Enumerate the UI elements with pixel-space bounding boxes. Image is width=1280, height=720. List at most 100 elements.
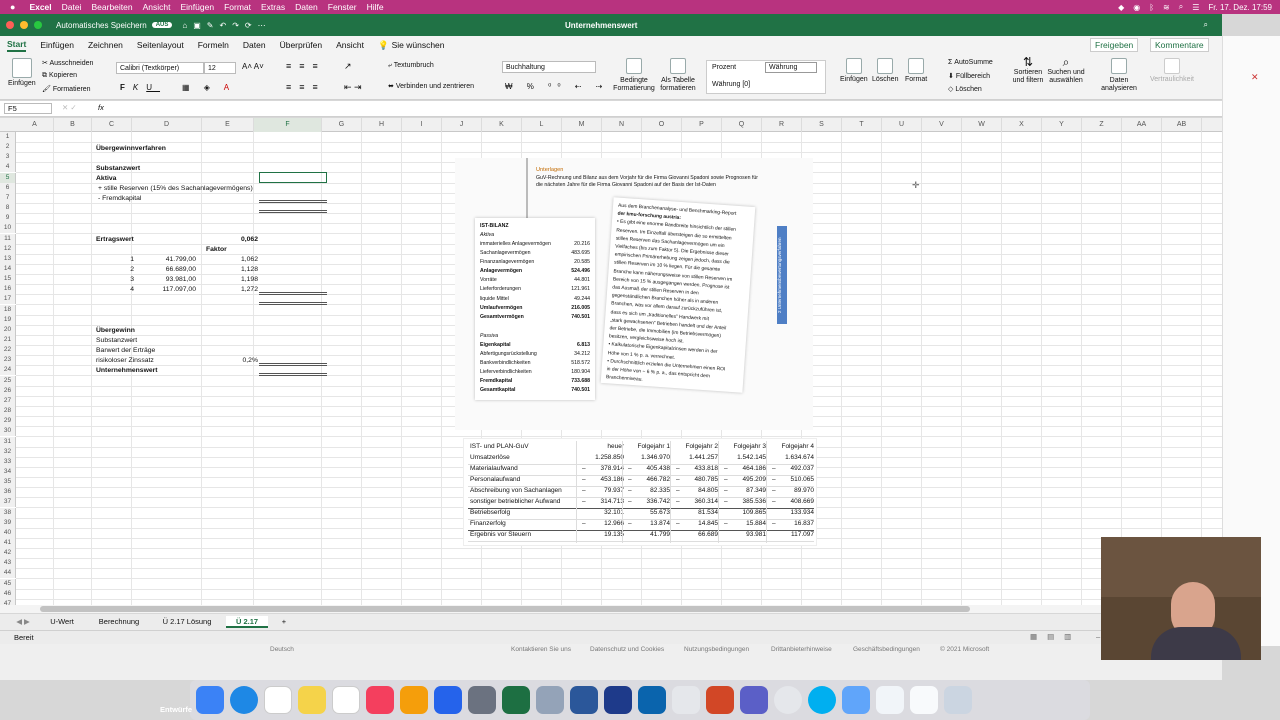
row-header[interactable]: 31: [0, 436, 16, 447]
word-icon[interactable]: [570, 686, 598, 714]
cell-e16[interactable]: 1,272: [206, 285, 258, 295]
formula-cancel-confirm-icons[interactable]: ✕ ✓: [62, 103, 77, 112]
wifi-icon[interactable]: ≋: [1163, 3, 1170, 12]
row-header[interactable]: 41: [0, 538, 16, 548]
column-header-s[interactable]: S: [802, 118, 842, 132]
insert-cells-button[interactable]: Einfügen: [840, 58, 868, 83]
cell-c22[interactable]: Barwert der Erträge: [96, 346, 155, 356]
cell-c21[interactable]: Substanzwert: [96, 336, 137, 346]
column-header-t[interactable]: T: [842, 118, 882, 132]
cell-c4[interactable]: Substanzwert: [96, 164, 140, 174]
minimize-window-icon[interactable]: [20, 21, 28, 29]
cell-e15[interactable]: 1,198: [206, 275, 258, 285]
column-header-m[interactable]: M: [562, 118, 602, 132]
menu-extras[interactable]: Extras: [261, 2, 285, 12]
column-header-k[interactable]: K: [482, 118, 522, 132]
tab-ansicht[interactable]: Ansicht: [336, 40, 364, 50]
document-image-guv[interactable]: IST- und PLAN-GuV heuer Folgejahr 1 Folgeja…: [463, 438, 817, 546]
column-header-y[interactable]: Y: [1042, 118, 1082, 132]
row-header[interactable]: 28: [0, 406, 16, 417]
footer-business-terms[interactable]: Geschäftsbedingungen: [853, 646, 920, 653]
grow-shrink-font-icons[interactable]: A˄ A˅: [242, 62, 264, 71]
row-header[interactable]: 24: [0, 365, 16, 376]
row-header[interactable]: 40: [0, 527, 16, 538]
tab-daten[interactable]: Daten: [243, 40, 266, 50]
cell-c16[interactable]: 4: [96, 285, 134, 295]
apple-icon[interactable]: ●: [10, 2, 15, 12]
row-header[interactable]: 12: [0, 243, 16, 254]
tab-seitenlayout[interactable]: Seitenlayout: [137, 40, 184, 50]
conditional-format-button[interactable]: Bedingte Formatierung: [612, 58, 656, 93]
column-header-ab[interactable]: AB: [1162, 118, 1202, 132]
cell-e23[interactable]: 0,2%: [206, 356, 259, 366]
row-header[interactable]: 45: [0, 578, 16, 589]
calendar-icon[interactable]: [264, 686, 292, 714]
autosave-toggle[interactable]: AUS: [151, 22, 173, 28]
row-header[interactable]: 25: [0, 375, 16, 386]
column-header-aa[interactable]: AA: [1122, 118, 1162, 132]
column-header-v[interactable]: V: [922, 118, 962, 132]
name-box[interactable]: F5: [4, 103, 52, 114]
row-header[interactable]: 32: [0, 446, 16, 457]
column-header-i[interactable]: I: [402, 118, 442, 132]
column-header-q[interactable]: Q: [722, 118, 762, 132]
bluetooth-icon[interactable]: ᛒ: [1149, 3, 1154, 12]
document-icon[interactable]: [910, 686, 938, 714]
document-image-unterlagen[interactable]: Unterlagen GuV-Rechnung und Bilanz aus d…: [455, 158, 813, 430]
row-header[interactable]: 19: [0, 314, 16, 325]
column-header-o[interactable]: O: [642, 118, 682, 132]
column-header-x[interactable]: X: [1002, 118, 1042, 132]
style-waehrung-0[interactable]: Währung [0]: [712, 81, 750, 88]
cell-c7[interactable]: - Fremdkapital: [98, 194, 141, 204]
column-header-h[interactable]: H: [362, 118, 402, 132]
row-header[interactable]: 35: [0, 477, 16, 488]
photos-icon[interactable]: [400, 686, 428, 714]
sheet-tab-berechnung[interactable]: Berechnung: [90, 616, 148, 628]
quick-access-icons[interactable]: ⌂▣✎↶↷⟳⋯: [182, 21, 271, 30]
delete-cells-button[interactable]: Löschen: [872, 58, 898, 83]
powerpoint-icon[interactable]: [706, 686, 734, 714]
tab-zeichnen[interactable]: Zeichnen: [88, 40, 123, 50]
cell-d13[interactable]: 41.799,00: [137, 255, 196, 265]
sort-filter-button[interactable]: ⇅ Sortieren und filtern: [1010, 56, 1046, 85]
row-header[interactable]: 8: [0, 203, 16, 214]
row-header[interactable]: 11: [0, 233, 16, 244]
column-header-w[interactable]: W: [962, 118, 1002, 132]
bold-italic-underline-icons[interactable]: FKU: [120, 83, 160, 92]
row-header[interactable]: 15: [0, 274, 16, 285]
title-search-icon[interactable]: ⌕: [1204, 20, 1208, 30]
column-header-a[interactable]: A: [16, 118, 54, 132]
cell-d14[interactable]: 66.689,00: [137, 265, 196, 275]
cell-e12[interactable]: Faktor: [206, 245, 227, 255]
column-header-u[interactable]: U: [882, 118, 922, 132]
tab-start[interactable]: Start: [7, 39, 27, 52]
tab-einfuegen[interactable]: Einfügen: [40, 40, 74, 50]
mail-icon[interactable]: [842, 686, 870, 714]
row-header[interactable]: 16: [0, 284, 16, 295]
preview-icon[interactable]: [536, 686, 564, 714]
cell-e14[interactable]: 1,128: [206, 265, 258, 275]
row-header[interactable]: 26: [0, 385, 16, 396]
cell-c23[interactable]: risikoloser Zinssatz: [96, 356, 154, 366]
close-panel-icon[interactable]: ✕: [1251, 72, 1259, 83]
row-header[interactable]: 46: [0, 588, 16, 599]
row-header[interactable]: 43: [0, 558, 16, 569]
row-header[interactable]: 1: [0, 132, 16, 142]
row-header[interactable]: 4: [0, 162, 16, 173]
system-settings-icon[interactable]: [468, 686, 496, 714]
row-header[interactable]: 14: [0, 263, 16, 274]
row-header[interactable]: 22: [0, 345, 16, 356]
orientation-icon[interactable]: ↗: [344, 61, 352, 72]
tell-me-box[interactable]: Sie wünschen: [392, 40, 445, 50]
footer-privacy[interactable]: Datenschutz und Cookies: [590, 646, 664, 653]
row-header[interactable]: 5: [0, 172, 16, 183]
row-header[interactable]: 44: [0, 568, 16, 579]
skype-icon[interactable]: [808, 686, 836, 714]
selected-cell-f5[interactable]: [259, 172, 327, 183]
menu-app-excel[interactable]: Excel: [29, 2, 51, 12]
row-header[interactable]: 20: [0, 324, 16, 335]
indent-icons[interactable]: ⇤ ⇥: [344, 82, 362, 93]
row-header[interactable]: 2: [0, 142, 16, 153]
row-header[interactable]: 10: [0, 223, 16, 234]
menu-datei[interactable]: Datei: [62, 2, 82, 12]
